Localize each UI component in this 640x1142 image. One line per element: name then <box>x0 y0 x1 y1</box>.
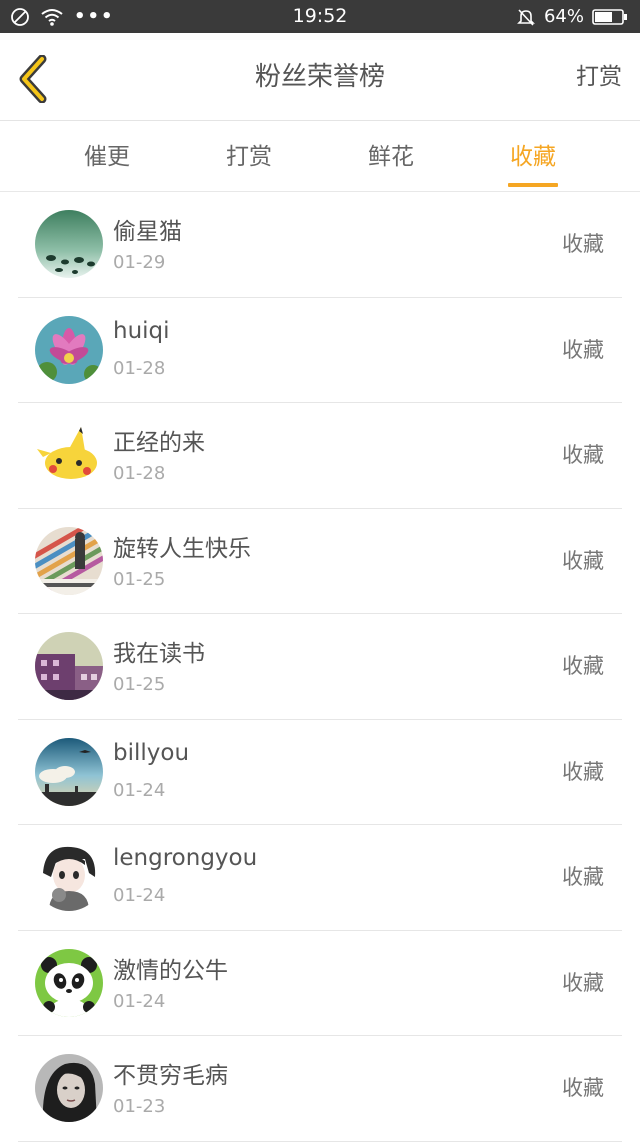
list-item[interactable]: 激情的公牛 01-24 收藏 <box>18 931 622 1036</box>
fan-date: 01-24 <box>113 990 166 1012</box>
fan-date: 01-25 <box>113 674 166 695</box>
page-title: 粉丝荣誉榜 <box>254 62 385 92</box>
bell-muted-icon <box>517 8 535 26</box>
portrait-avatar <box>35 1054 103 1122</box>
list-item[interactable]: 正经的来 01-28 收藏 <box>18 403 622 509</box>
support-type: 收藏 <box>562 654 604 678</box>
water-drops-avatar <box>35 210 103 278</box>
fan-name: 正经的来 <box>113 430 205 456</box>
support-type: 收藏 <box>562 759 604 784</box>
fan-name: 不贯穷毛病 <box>113 1063 228 1089</box>
tab-label: 鲜花 <box>368 144 414 170</box>
status-bar: ••• 19:52 64% <box>0 0 640 33</box>
fan-date: 01-28 <box>113 357 166 379</box>
support-type: 收藏 <box>562 337 604 362</box>
fan-date: 01-29 <box>113 252 166 273</box>
support-type: 收藏 <box>562 1076 604 1100</box>
support-type: 收藏 <box>562 548 604 573</box>
list-item[interactable]: 我在读书 01-25 收藏 <box>18 614 622 720</box>
tab-favorites[interactable]: 收藏 <box>473 122 593 192</box>
active-tab-indicator <box>508 183 558 187</box>
tab-flowers[interactable]: 鲜花 <box>331 122 451 192</box>
support-type: 收藏 <box>562 865 604 889</box>
list-item[interactable]: huiqi 01-28 收藏 <box>18 298 622 403</box>
list-item[interactable]: 不贯穷毛病 01-23 收藏 <box>18 1036 622 1142</box>
fan-name: lengrongyou <box>113 845 258 871</box>
support-type: 收藏 <box>562 970 604 995</box>
fan-date: 01-23 <box>113 1096 166 1117</box>
fan-date: 01-28 <box>113 463 166 484</box>
stripes-photo-avatar <box>35 526 103 595</box>
app-header: 粉丝荣誉榜 打赏 <box>0 33 640 121</box>
status-right-icons: 64% <box>516 0 628 33</box>
support-type: 收藏 <box>562 232 604 256</box>
fan-date: 01-24 <box>113 779 166 801</box>
battery-icon <box>592 8 627 25</box>
fan-name: 旋转人生快乐 <box>113 535 251 562</box>
battery-percent: 64% <box>543 6 584 27</box>
pikachu-avatar <box>35 421 103 489</box>
fan-name: 偷星猫 <box>113 219 182 245</box>
list-item[interactable]: 旋转人生快乐 01-25 收藏 <box>18 509 622 614</box>
list-item[interactable]: billyou 01-24 收藏 <box>18 720 622 825</box>
fan-name: 激情的公牛 <box>113 957 228 984</box>
list-item[interactable]: 偷星猫 01-29 收藏 <box>18 192 622 298</box>
list-item[interactable]: lengrongyou 01-24 收藏 <box>18 825 622 931</box>
tab-label: 收藏 <box>510 144 556 170</box>
fan-date: 01-24 <box>113 885 166 906</box>
fan-date: 01-25 <box>113 568 166 590</box>
tab-bar: 催更 打赏 鲜花 收藏 <box>0 122 640 192</box>
building-avatar <box>35 632 103 700</box>
fan-name: billyou <box>113 739 190 766</box>
tab-reward[interactable]: 打赏 <box>189 122 309 192</box>
support-type: 收藏 <box>562 443 604 467</box>
tab-label: 打赏 <box>226 144 272 170</box>
sky-avatar <box>35 737 103 806</box>
reward-button[interactable]: 打赏 <box>576 33 622 121</box>
lotus-avatar <box>35 315 103 384</box>
tab-label: 催更 <box>84 144 130 170</box>
panda-avatar <box>35 948 103 1017</box>
fan-name: huiqi <box>113 317 170 344</box>
fan-name: 我在读书 <box>113 641 205 667</box>
anime-girl-avatar <box>35 843 103 911</box>
tab-urge[interactable]: 催更 <box>47 122 167 192</box>
fan-list: 偷星猫 01-29 收藏 huiqi 01-28 收藏 正经的来 01-28 收… <box>0 192 640 1142</box>
